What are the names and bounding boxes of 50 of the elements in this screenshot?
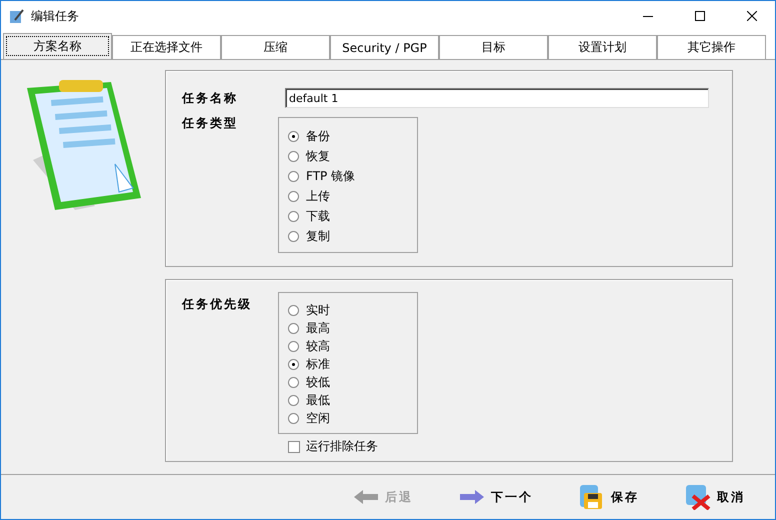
save-button[interactable]: 保存	[579, 484, 639, 510]
priority-label: 任务优先级	[182, 296, 253, 313]
forward-arrow-icon	[459, 489, 485, 505]
tab[interactable]: Security / PGP	[330, 35, 439, 59]
radio-button[interactable]	[288, 340, 299, 352]
radio-label: 上传	[306, 188, 330, 204]
window-title: 编辑任务	[31, 8, 80, 24]
radio-button[interactable]	[288, 150, 299, 162]
tab[interactable]: 设置计划	[548, 35, 657, 59]
floppy-disk-icon	[579, 484, 605, 510]
tab[interactable]: 其它操作	[657, 35, 766, 59]
radio-label: 备份	[306, 128, 330, 144]
radio-label: 恢复	[306, 148, 330, 164]
radio-label: 下载	[306, 208, 330, 224]
task-name-label: 任务名称	[182, 90, 239, 106]
cancel-icon	[685, 484, 711, 510]
tab[interactable]: 正在选择文件	[112, 35, 221, 59]
radio-button[interactable]	[288, 412, 299, 424]
radio-button[interactable]	[288, 230, 299, 242]
radio-button[interactable]	[288, 130, 299, 142]
app-icon	[9, 8, 25, 24]
radio-label: 最低	[306, 392, 330, 408]
radio-label: 较低	[306, 374, 330, 390]
tab[interactable]: 压缩	[221, 35, 330, 59]
tab[interactable]: 目标	[439, 35, 548, 59]
close-icon	[747, 11, 757, 21]
radio-button[interactable]	[288, 210, 299, 222]
tab[interactable]: 方案名称	[3, 33, 112, 59]
radio-label: 实时	[306, 302, 330, 318]
back-arrow-icon	[353, 489, 379, 505]
radio-label: 标准	[306, 356, 330, 372]
radio-label: 复制	[306, 228, 330, 244]
checkbox-label: 运行排除任务	[306, 438, 378, 455]
radio-button[interactable]	[288, 190, 299, 202]
task-name-field[interactable]: default 1	[285, 88, 709, 108]
next-button[interactable]: 下一个	[459, 488, 533, 506]
radio-button[interactable]	[288, 376, 299, 388]
radio-button[interactable]	[288, 304, 299, 316]
radio-button[interactable]	[288, 394, 299, 406]
radio-button[interactable]	[288, 322, 299, 334]
radio-label: 较高	[306, 338, 330, 354]
radio-button[interactable]	[288, 358, 299, 370]
task-type-label: 任务类型	[182, 115, 239, 132]
radio-label: 最高	[306, 320, 330, 336]
maximize-icon	[695, 11, 705, 21]
radio-label: 空闲	[306, 410, 330, 426]
cancel-button[interactable]: 取消	[685, 484, 745, 510]
checkbox[interactable]	[288, 440, 300, 452]
radio-label: FTP 镜像	[306, 168, 356, 184]
radio-button[interactable]	[288, 170, 299, 182]
